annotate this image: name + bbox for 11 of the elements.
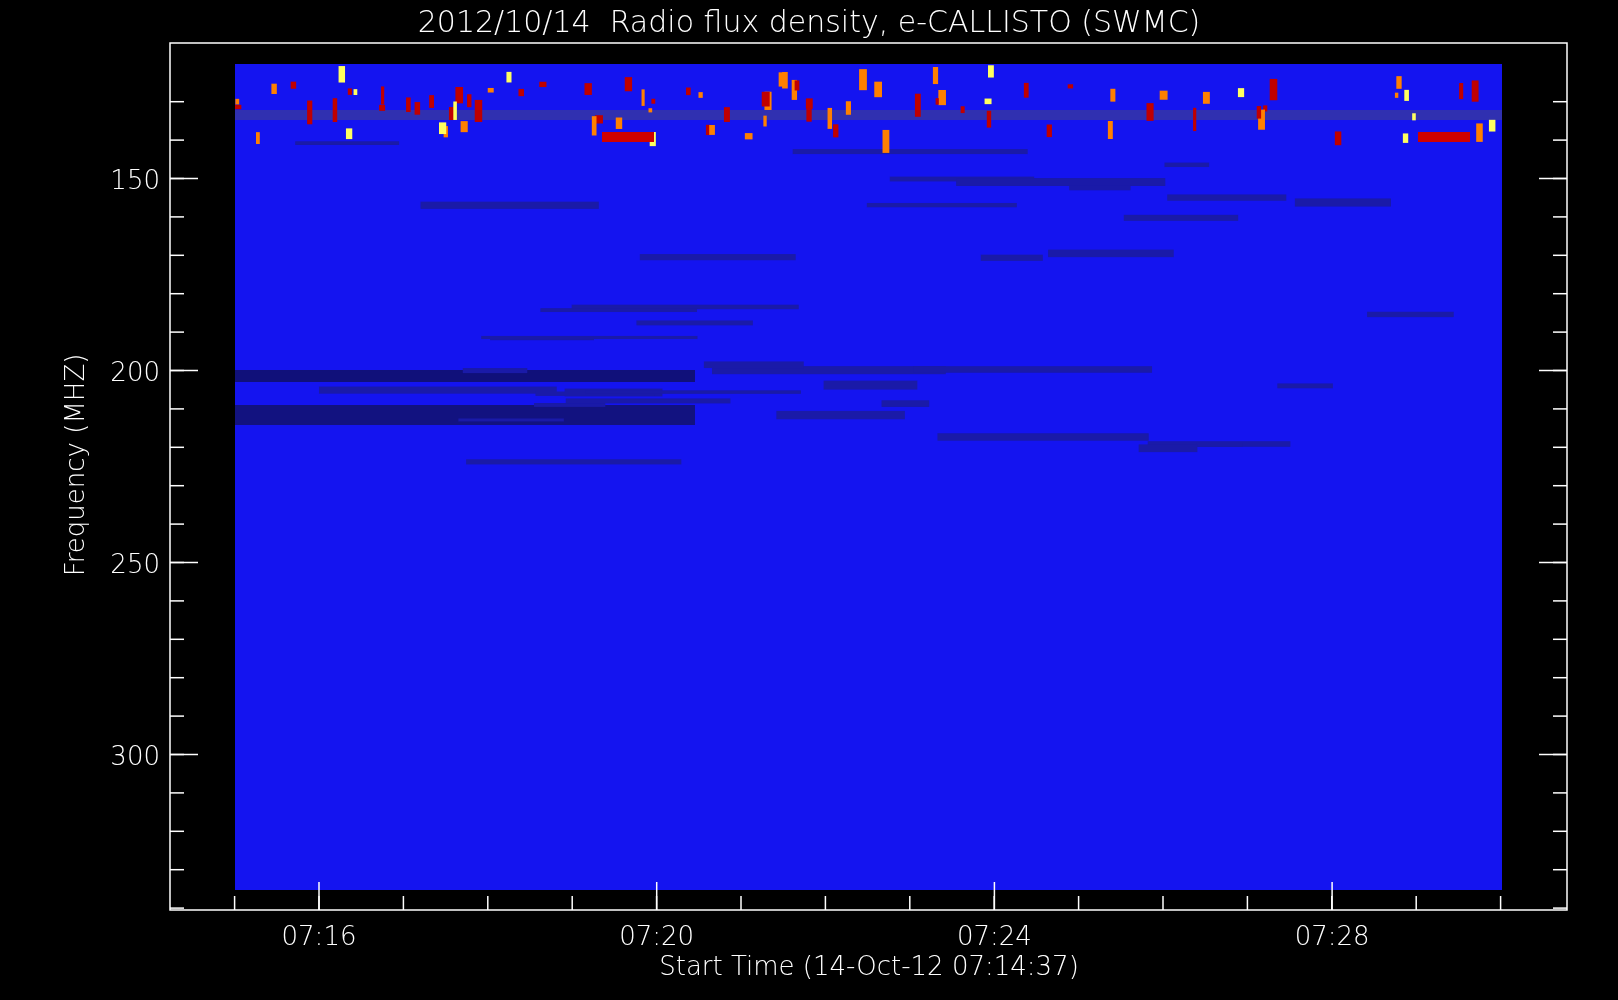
y-axis-label: Frequency (MHZ): [60, 353, 90, 577]
x-tick-label: 07:28: [1294, 921, 1370, 951]
y-tick-label: 250: [110, 548, 160, 579]
y-tick-label: 200: [110, 356, 160, 387]
x-axis-label: Start Time (14-Oct-12 07:14:37): [659, 951, 1079, 981]
y-tick-label: 300: [110, 740, 160, 771]
x-tick-label: 07:24: [956, 921, 1032, 951]
x-tick-label: 07:20: [619, 921, 695, 951]
chart-title: 2012/10/14 Radio flux density, e-CALLISTO (SWMC): [417, 4, 1201, 39]
x-tick-label: 07:16: [281, 921, 357, 951]
y-tick-label: 150: [110, 164, 160, 195]
